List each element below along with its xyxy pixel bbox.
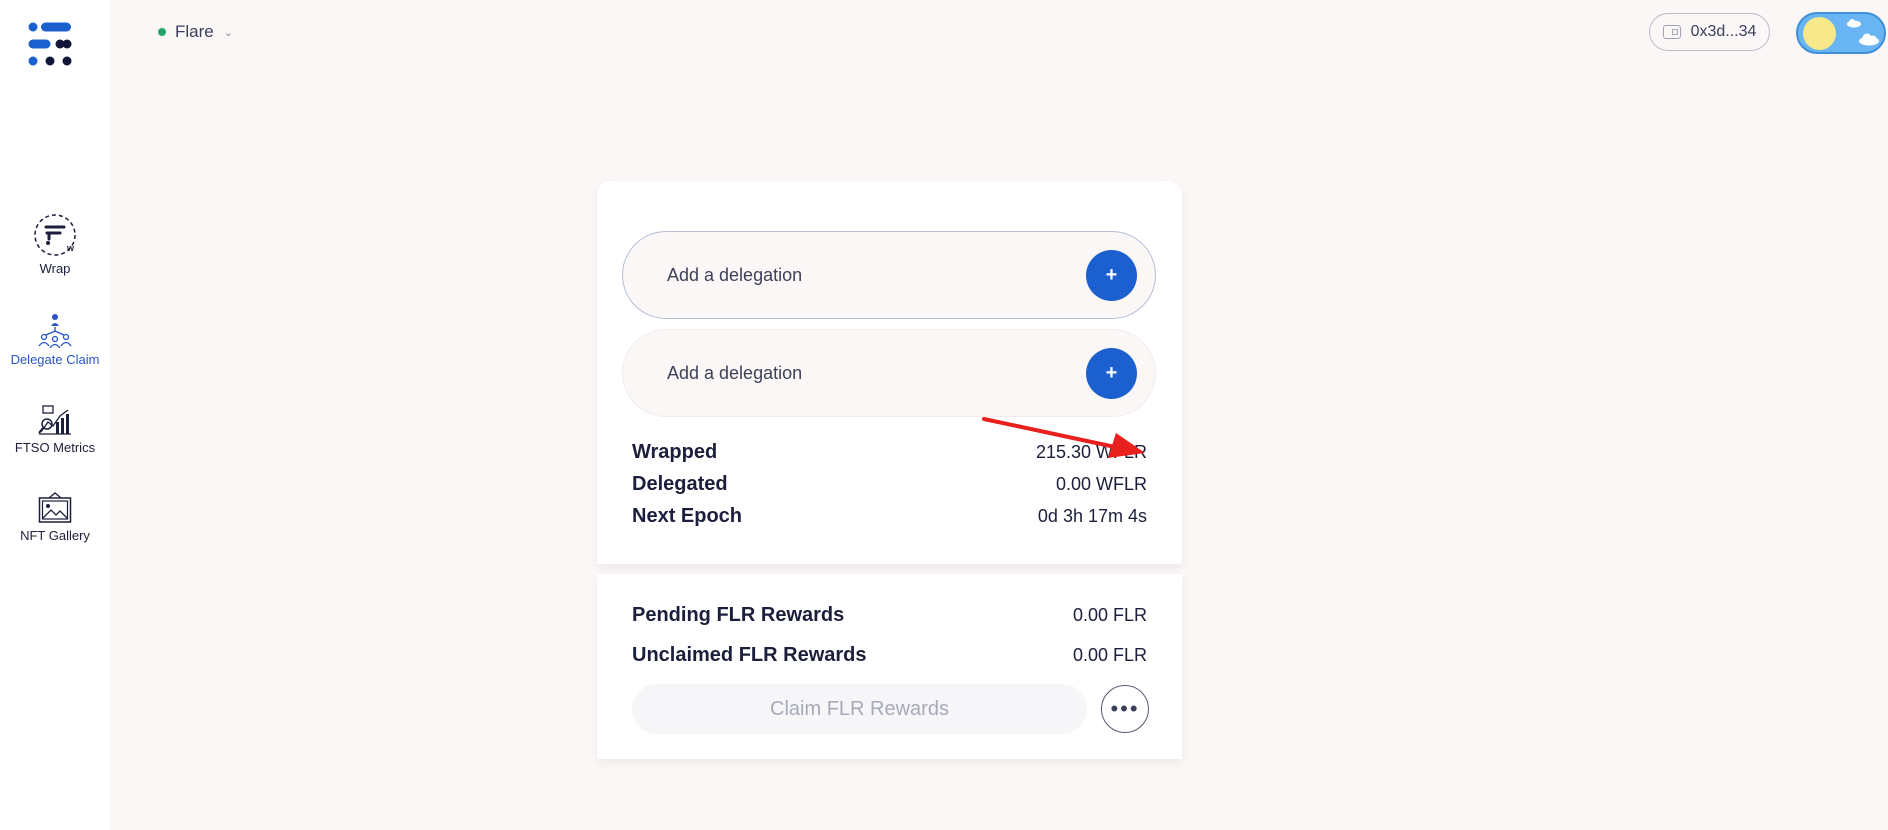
add-delegation-row[interactable]: Add a delegation + xyxy=(622,231,1156,319)
sidebar-item-label: NFT Gallery xyxy=(20,528,90,543)
theme-toggle[interactable] xyxy=(1796,12,1886,54)
network-status-dot xyxy=(158,28,166,36)
unclaimed-rewards-row: Unclaimed FLR Rewards 0.00 FLR xyxy=(632,644,1147,667)
delegation-card: Add a delegation + Add a delegation + Wr… xyxy=(597,181,1182,564)
cloud-icon xyxy=(1859,33,1879,46)
rewards-card: Pending FLR Rewards 0.00 FLR Unclaimed F… xyxy=(597,574,1182,759)
delegate-icon xyxy=(38,314,72,348)
wallet-icon xyxy=(1662,25,1681,39)
next-epoch-label: Next Epoch xyxy=(632,505,743,527)
sidebar-item-nft-gallery[interactable]: NFT Gallery xyxy=(0,492,110,543)
sidebar-item-label: FTSO Metrics xyxy=(14,440,96,455)
pending-rewards-label: Pending FLR Rewards xyxy=(632,604,845,626)
add-delegation-row[interactable]: Add a delegation + xyxy=(622,329,1156,417)
unclaimed-rewards-label: Unclaimed FLR Rewards xyxy=(632,644,867,666)
more-options-button[interactable]: ••• xyxy=(1101,685,1149,733)
chevron-down-icon: ⌄ xyxy=(223,26,233,39)
network-name: Flare xyxy=(175,22,214,41)
sidebar: w Wrap Delegate Claim FTSO Metrics NFT G… xyxy=(0,0,110,830)
sidebar-item-label: Delegate Claim xyxy=(10,352,100,367)
pending-rewards-row: Pending FLR Rewards 0.00 FLR xyxy=(632,604,1147,627)
delegated-row: Delegated 0.00 WFLR xyxy=(632,473,1147,496)
sidebar-item-wrap[interactable]: w Wrap xyxy=(0,213,110,276)
unclaimed-rewards-value: 0.00 FLR xyxy=(1072,645,1147,665)
sidebar-item-ftso-metrics[interactable]: FTSO Metrics xyxy=(0,404,110,455)
claim-rewards-button[interactable]: Claim FLR Rewards xyxy=(632,684,1087,734)
annotation-arrow xyxy=(982,417,1145,458)
svg-text:w: w xyxy=(66,243,75,253)
pending-rewards-value: 0.00 FLR xyxy=(1072,605,1147,625)
add-delegation-button[interactable]: + xyxy=(1086,347,1137,399)
sidebar-item-delegate-claim[interactable]: Delegate Claim xyxy=(0,312,110,367)
add-delegation-button[interactable]: + xyxy=(1086,249,1137,301)
add-delegation-label: Add a delegation xyxy=(667,264,803,285)
add-delegation-label: Add a delegation xyxy=(667,362,803,383)
network-selector[interactable]: Flare ⌄ xyxy=(158,22,233,42)
wrapped-label: Wrapped xyxy=(632,441,718,463)
metrics-icon xyxy=(38,405,71,435)
delegated-label: Delegated xyxy=(632,473,728,495)
gallery-icon xyxy=(38,492,72,523)
wrap-icon: w xyxy=(34,214,76,256)
app-logo[interactable] xyxy=(28,22,72,66)
next-epoch-value: 0d 3h 17m 4s xyxy=(1037,506,1147,526)
cloud-icon xyxy=(1847,19,1861,28)
sidebar-item-label: Wrap xyxy=(39,261,71,276)
next-epoch-row: Next Epoch 0d 3h 17m 4s xyxy=(632,505,1147,528)
wallet-button[interactable]: 0x3d...34 xyxy=(1649,13,1770,51)
delegated-value: 0.00 WFLR xyxy=(1055,474,1147,494)
wallet-address: 0x3d...34 xyxy=(1690,23,1757,40)
sun-icon xyxy=(1803,17,1836,50)
